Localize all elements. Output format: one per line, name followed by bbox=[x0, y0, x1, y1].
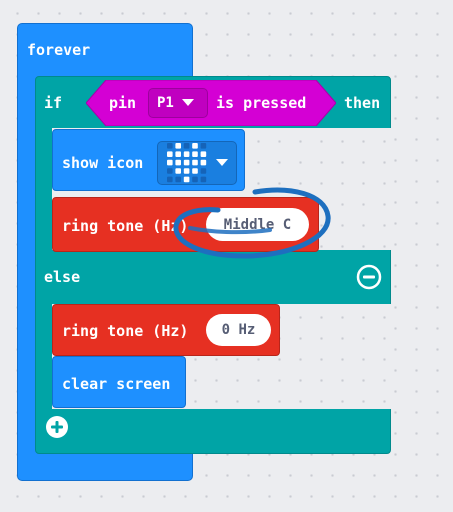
ring-tone-value-2[interactable]: 0 Hz bbox=[206, 314, 271, 346]
if-label: if bbox=[44, 94, 63, 112]
led-cell bbox=[183, 151, 190, 157]
led-cell bbox=[192, 168, 198, 174]
led-cell bbox=[183, 168, 190, 174]
led-cell bbox=[175, 151, 181, 157]
annotation-circle bbox=[173, 187, 331, 259]
icon-dropdown[interactable] bbox=[157, 141, 237, 185]
led-cell bbox=[175, 143, 181, 149]
clear-screen-label: clear screen bbox=[62, 375, 171, 393]
remove-else-button[interactable] bbox=[356, 264, 382, 290]
led-cell bbox=[167, 151, 173, 157]
led-cell bbox=[200, 159, 207, 166]
led-cell bbox=[175, 159, 181, 166]
led-cell bbox=[192, 159, 198, 166]
else-label: else bbox=[44, 268, 81, 286]
pin-label: pin bbox=[109, 94, 137, 112]
chevron-down-icon bbox=[216, 159, 228, 166]
led-cell bbox=[183, 159, 190, 166]
led-cell bbox=[175, 168, 181, 174]
clear-screen-block[interactable]: clear screen bbox=[52, 356, 186, 408]
pin-dropdown[interactable]: P1 bbox=[148, 88, 208, 118]
led-cell bbox=[192, 143, 198, 149]
show-icon-label: show icon bbox=[62, 154, 144, 172]
ring-tone-label-2: ring tone (Hz) bbox=[62, 322, 189, 340]
led-cell bbox=[167, 143, 173, 149]
led-cell bbox=[167, 168, 173, 174]
pin-value: P1 bbox=[157, 95, 174, 111]
chevron-down-icon bbox=[181, 99, 194, 106]
minus-circle-icon bbox=[356, 264, 382, 290]
heart-icon bbox=[167, 143, 207, 183]
forever-label: forever bbox=[27, 41, 91, 59]
led-cell bbox=[200, 143, 207, 149]
ring-tone-value-text-2: 0 Hz bbox=[221, 322, 256, 338]
add-branch-button[interactable] bbox=[44, 414, 70, 440]
led-cell bbox=[167, 159, 173, 166]
led-cell bbox=[200, 151, 207, 157]
led-cell bbox=[200, 168, 207, 174]
led-cell bbox=[183, 143, 190, 149]
pressed-label: is pressed bbox=[216, 94, 307, 112]
then-label: then bbox=[344, 94, 381, 112]
led-cell bbox=[192, 151, 198, 157]
plus-circle-icon bbox=[46, 416, 68, 438]
